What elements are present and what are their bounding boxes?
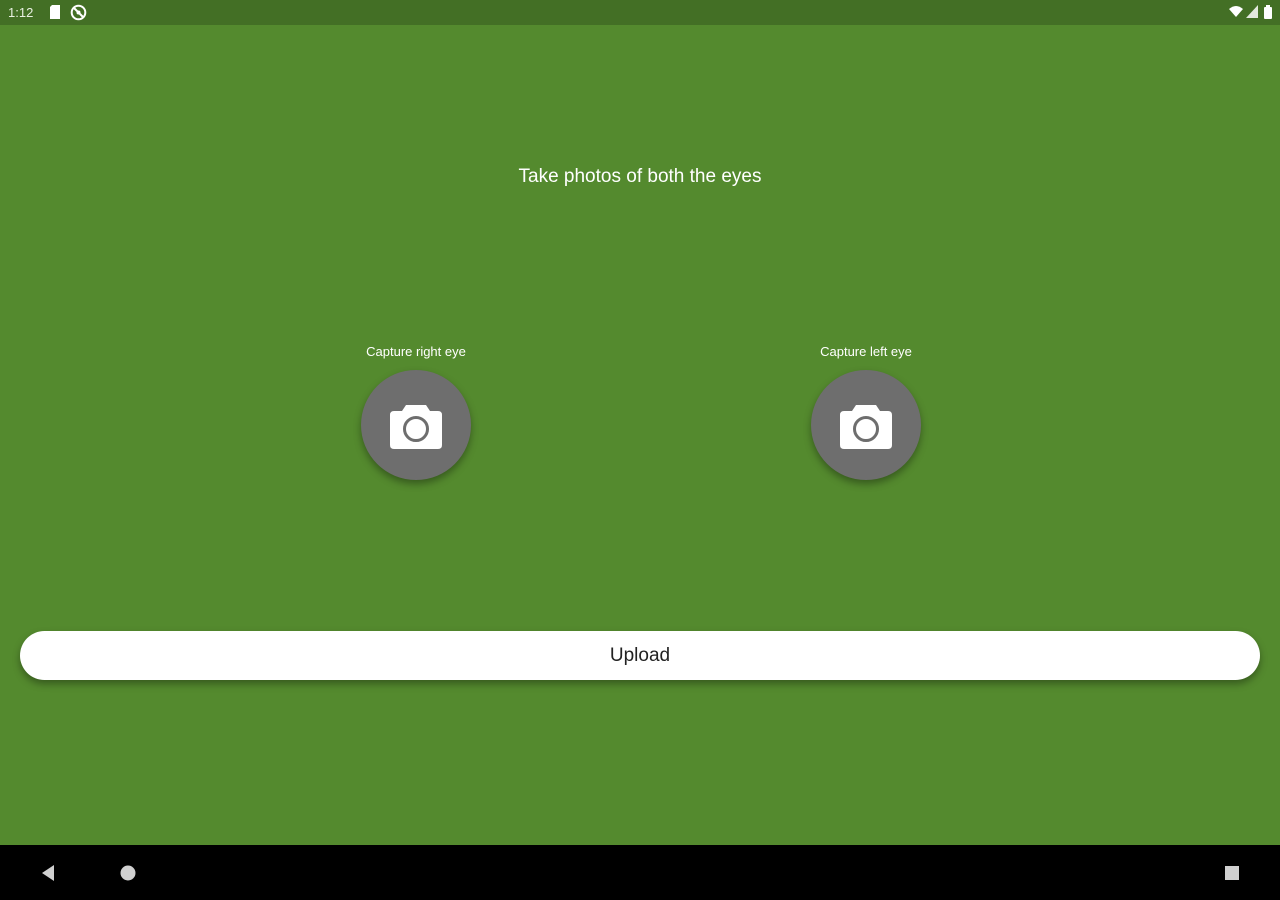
capture-left-eye-button[interactable] <box>811 370 921 480</box>
capture-right-eye-label: Capture right eye <box>366 344 466 359</box>
navigation-bar <box>0 845 1280 900</box>
capture-left-eye-label: Capture left eye <box>820 344 912 359</box>
status-time: 1:12 <box>8 5 34 20</box>
back-button[interactable] <box>34 859 62 887</box>
camera-icon <box>390 405 442 449</box>
app-screen: 1:12 Take photos of both the eyes Captur… <box>0 0 1280 900</box>
upload-button[interactable]: Upload <box>20 631 1260 680</box>
capture-right-eye-group: Capture right eye <box>316 344 516 480</box>
no-location-icon <box>70 4 87 21</box>
capture-left-eye-group: Capture left eye <box>766 344 966 480</box>
wifi-icon <box>1229 6 1243 17</box>
back-icon <box>42 865 54 881</box>
camera-icon <box>840 405 892 449</box>
instruction-text: Take photos of both the eyes <box>518 166 762 187</box>
status-bar: 1:12 <box>0 0 1280 25</box>
recents-button[interactable] <box>1218 859 1246 887</box>
home-icon <box>120 865 136 881</box>
recents-icon <box>1225 866 1239 880</box>
home-button[interactable] <box>114 859 142 887</box>
signal-icon <box>1246 5 1258 18</box>
capture-right-eye-button[interactable] <box>361 370 471 480</box>
battery-icon <box>1264 5 1272 19</box>
sd-card-icon <box>50 5 60 19</box>
